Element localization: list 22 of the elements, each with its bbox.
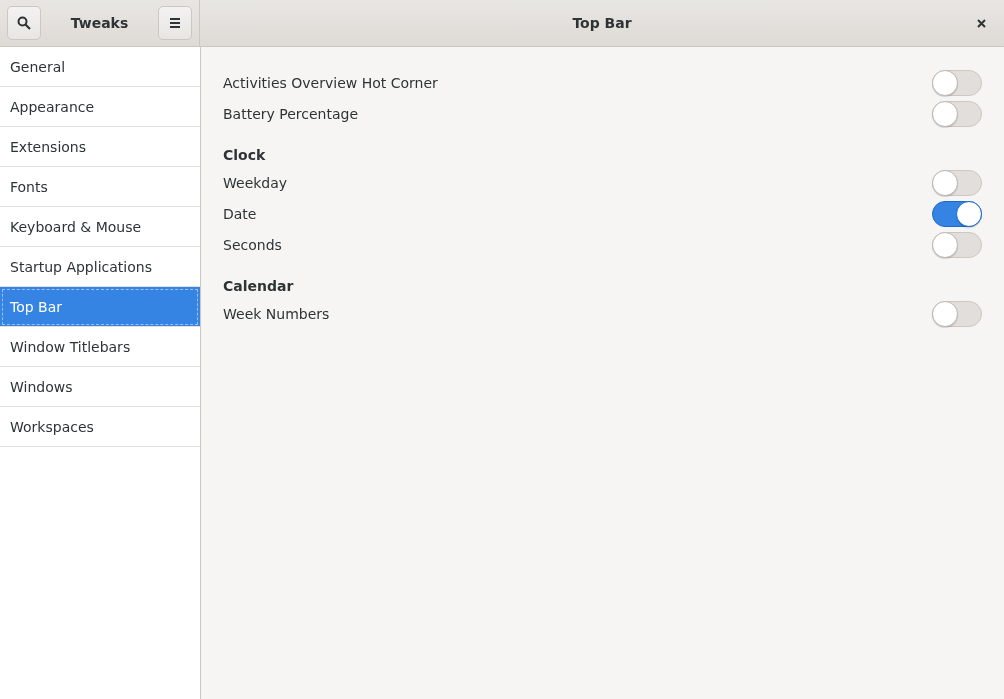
window-title: Top Bar [572, 15, 632, 31]
setting-label: Seconds [223, 236, 282, 253]
menu-button[interactable] [158, 6, 192, 40]
app-title: Tweaks [70, 15, 129, 31]
toggle-switch[interactable] [932, 100, 982, 127]
toggle-switch[interactable] [932, 300, 982, 327]
setting-label: Date [223, 205, 257, 222]
search-button[interactable] [7, 6, 41, 40]
toggle-switch[interactable] [932, 169, 982, 196]
section-heading: Calendar [223, 277, 295, 296]
section-heading: Clock [223, 146, 267, 165]
menu-icon [169, 18, 181, 28]
setting-label: Activities Overview Hot Corner [223, 74, 438, 91]
sidebar-item[interactable]: Top Bar [0, 287, 200, 327]
setting-label: Weekday [223, 174, 288, 191]
toggle-switch[interactable] [932, 231, 982, 258]
toggle-switch[interactable] [932, 200, 982, 227]
search-icon [17, 16, 31, 30]
setting-label: Week Numbers [223, 305, 330, 322]
close-icon [976, 18, 986, 28]
toggle-switch[interactable] [932, 69, 982, 96]
setting-label: Battery Percentage [223, 105, 359, 122]
